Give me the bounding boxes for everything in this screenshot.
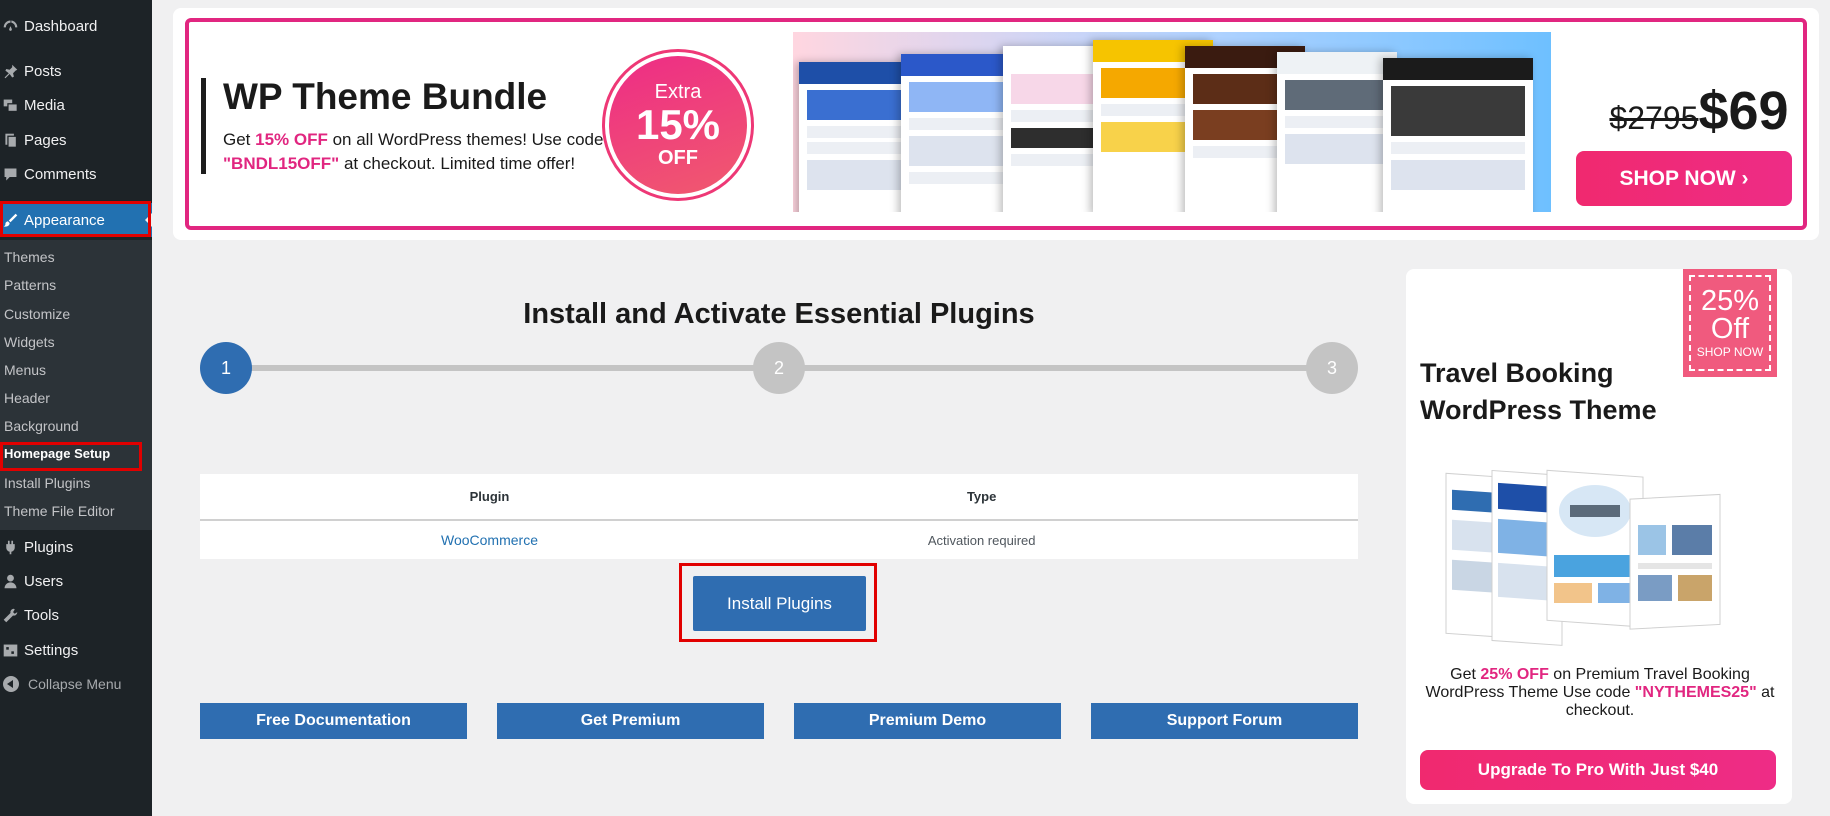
pages-icon bbox=[0, 123, 24, 157]
premium-demo-button[interactable]: Premium Demo bbox=[794, 703, 1061, 739]
menu-item-pages[interactable]: Pages bbox=[0, 123, 152, 157]
table-row: WooCommerce Activation required bbox=[200, 520, 1358, 559]
theme-screenshot bbox=[1277, 52, 1397, 212]
promo-title: Travel Booking WordPress Theme bbox=[1420, 358, 1657, 425]
menu-label: Posts bbox=[24, 62, 62, 80]
menu-label: Plugins bbox=[24, 538, 74, 556]
install-plugins-button[interactable]: Install Plugins bbox=[693, 576, 866, 631]
step-3[interactable]: 3 bbox=[1306, 342, 1358, 394]
badge-percent: 15% bbox=[635, 101, 721, 148]
promo-discount-highlight: 25% OFF bbox=[1480, 666, 1549, 683]
extra-discount-badge: Extra 15% OFF bbox=[602, 49, 754, 201]
submenu-item-customize[interactable]: Customize bbox=[4, 304, 70, 324]
menu-label: Appearance bbox=[24, 211, 105, 229]
appearance-submenu: Themes Patterns Customize Widgets Menus … bbox=[0, 240, 152, 530]
menu-item-settings[interactable]: Settings bbox=[0, 633, 152, 667]
menu-label: Users bbox=[24, 572, 64, 590]
badge-off-text: OFF bbox=[658, 147, 698, 169]
menu-item-plugins[interactable]: Plugins bbox=[0, 530, 152, 564]
admin-sidebar: Dashboard Posts Media Pages Comments App… bbox=[0, 0, 152, 816]
step-1[interactable]: 1 bbox=[200, 342, 252, 394]
promo-tag-off: Off bbox=[1710, 313, 1750, 345]
banner-accent-bar bbox=[201, 78, 206, 174]
column-header-spacer bbox=[1184, 474, 1358, 521]
banner-title: WP Theme Bundle bbox=[223, 76, 548, 117]
support-forum-button[interactable]: Support Forum bbox=[1091, 703, 1358, 739]
submenu-item-header[interactable]: Header bbox=[4, 388, 50, 408]
travel-theme-preview-image bbox=[1445, 469, 1721, 646]
promo-discount-tag[interactable]: 25% Off SHOP NOW bbox=[1683, 269, 1777, 377]
free-documentation-button[interactable]: Free Documentation bbox=[200, 703, 467, 739]
menu-label: Pages bbox=[24, 131, 67, 149]
theme-bundle-banner[interactable]: WP Theme Bundle Get 15% OFF on all WordP… bbox=[185, 18, 1807, 230]
column-header-plugin: Plugin bbox=[200, 474, 779, 521]
step-2[interactable]: 2 bbox=[753, 342, 805, 394]
menu-item-posts[interactable]: Posts bbox=[0, 54, 152, 88]
brush-icon bbox=[0, 203, 24, 237]
new-price: $69 bbox=[1698, 81, 1789, 141]
settings-icon bbox=[0, 633, 24, 667]
get-premium-button[interactable]: Get Premium bbox=[497, 703, 764, 739]
collapse-menu-label: Collapse Menu bbox=[28, 676, 122, 692]
old-price: $2795 bbox=[1609, 100, 1699, 136]
submenu-item-install-plugins[interactable]: Install Plugins bbox=[4, 473, 90, 493]
menu-item-users[interactable]: Users bbox=[0, 564, 152, 598]
menu-label: Dashboard bbox=[24, 17, 98, 35]
menu-item-comments[interactable]: Comments bbox=[0, 157, 152, 191]
column-header-type: Type bbox=[779, 474, 1185, 521]
submenu-item-homepage-setup[interactable]: Homepage Setup bbox=[4, 444, 110, 464]
menu-item-dashboard[interactable]: Dashboard bbox=[0, 9, 152, 43]
collapse-icon bbox=[3, 676, 19, 692]
dashboard-icon bbox=[0, 9, 24, 43]
banner-description: Get 15% OFF on all WordPress themes! Use… bbox=[223, 130, 604, 173]
theme-screenshot bbox=[1383, 58, 1533, 212]
submenu-item-widgets[interactable]: Widgets bbox=[4, 332, 55, 352]
plugins-table: Plugin Type WooCommerce Activation requi… bbox=[200, 474, 1358, 559]
menu-item-tools[interactable]: Tools bbox=[0, 598, 152, 632]
theme-bundle-banner-container: WP Theme Bundle Get 15% OFF on all WordP… bbox=[173, 8, 1819, 240]
plugin-name-link[interactable]: WooCommerce bbox=[200, 520, 779, 559]
table-header-row: Plugin Type bbox=[200, 474, 1358, 521]
menu-label: Settings bbox=[24, 641, 79, 659]
collapse-menu-button[interactable]: Collapse Menu bbox=[0, 671, 152, 697]
promo-tag-shop-now: SHOP NOW bbox=[1696, 345, 1764, 359]
banner-coupon-code: "BNDL15OFF" bbox=[223, 154, 340, 173]
user-icon bbox=[0, 564, 24, 598]
menu-item-appearance[interactable]: Appearance bbox=[0, 203, 152, 237]
plugin-status: Activation required bbox=[927, 532, 1036, 548]
table-cell-empty bbox=[1184, 520, 1358, 559]
promo-coupon-code: "NYTHEMES25" bbox=[1634, 684, 1757, 701]
menu-label: Comments bbox=[24, 165, 97, 183]
wrench-icon bbox=[0, 598, 24, 632]
page-title: Install and Activate Essential Plugins bbox=[523, 298, 1035, 330]
travel-theme-promo-card: 25% Off SHOP NOW Travel Booking WordPres… bbox=[1406, 269, 1792, 804]
promo-tag-percent: 25% bbox=[1700, 285, 1760, 317]
menu-label: Tools bbox=[24, 606, 60, 624]
comment-icon bbox=[0, 157, 24, 191]
current-arrow-icon bbox=[145, 213, 152, 227]
upgrade-to-pro-button[interactable]: Upgrade To Pro With Just $40 bbox=[1420, 750, 1776, 790]
menu-label: Media bbox=[24, 96, 65, 114]
submenu-item-patterns[interactable]: Patterns bbox=[4, 275, 56, 295]
badge-extra-text: Extra bbox=[654, 81, 702, 103]
bundle-price: $2795 $69 bbox=[1594, 80, 1803, 142]
submenu-item-theme-file-editor[interactable]: Theme File Editor bbox=[4, 501, 114, 521]
banner-discount-highlight: 15% OFF bbox=[255, 130, 328, 149]
promo-description: Get 25% OFF on Premium Travel Booking Wo… bbox=[1425, 666, 1775, 719]
submenu-item-menus[interactable]: Menus bbox=[4, 360, 46, 380]
submenu-item-themes[interactable]: Themes bbox=[4, 247, 55, 267]
shop-now-button[interactable]: SHOP NOW › bbox=[1576, 151, 1792, 206]
media-icon bbox=[0, 88, 24, 122]
pin-icon bbox=[0, 54, 24, 88]
menu-item-media[interactable]: Media bbox=[0, 88, 152, 122]
plugin-icon bbox=[0, 530, 24, 564]
theme-screenshots-collage bbox=[793, 32, 1551, 212]
submenu-item-background[interactable]: Background bbox=[4, 416, 79, 436]
